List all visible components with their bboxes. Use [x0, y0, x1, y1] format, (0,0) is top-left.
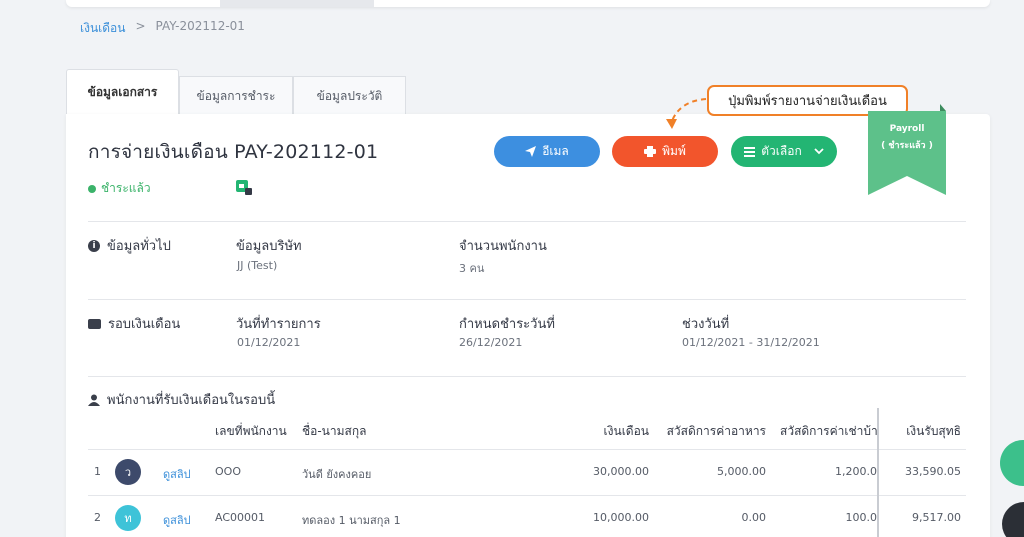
- food-allowance-value: 5,000.00: [717, 465, 766, 478]
- pay-period-label: รอบเงินเดือน: [88, 313, 180, 334]
- menu-icon: [744, 146, 756, 157]
- tab-document-info[interactable]: ข้อมูลเอกสาร: [66, 69, 179, 115]
- attachment-icon[interactable]: [236, 180, 252, 195]
- printer-icon: [644, 146, 657, 157]
- table-header-divider: [88, 449, 966, 450]
- chevron-down-icon: [814, 148, 824, 155]
- tab-payment-info[interactable]: ข้อมูลการชำระ: [179, 76, 293, 115]
- date-range-heading: ช่วงวันที่: [682, 317, 730, 332]
- doc-date-value: 01/12/2021: [237, 336, 301, 349]
- divider: [88, 221, 966, 222]
- divider: [88, 376, 966, 377]
- doc-date-heading: วันที่ทำรายการ: [236, 317, 321, 332]
- user-icon: [88, 394, 100, 406]
- info-icon: i: [88, 239, 100, 252]
- employee-name: ทดลอง 1 นามสกุล 1: [302, 514, 401, 527]
- employee-count-heading: จำนวนพนักงาน: [459, 239, 547, 254]
- breadcrumb-current: PAY-202112-01: [155, 19, 245, 33]
- callout-arrow-icon: [666, 98, 707, 129]
- employee-id: OOO: [215, 465, 241, 478]
- top-tab-active[interactable]: [220, 0, 374, 7]
- employees-section-text: พนักงานที่รับเงินเดือนในรอบนี้: [107, 393, 276, 408]
- breadcrumb: เงินเดือน > PAY-202112-01: [80, 19, 245, 38]
- ribbon-title: Payroll: [889, 124, 925, 134]
- company-value: JJ (Test): [237, 259, 278, 272]
- breadcrumb-root-link[interactable]: เงินเดือน: [80, 19, 125, 38]
- top-tab-bar: [66, 0, 990, 7]
- row-number: 1: [94, 465, 101, 478]
- email-button-label: อีเมล: [542, 144, 569, 158]
- column-header-name: ชื่อ-นามสกุล: [302, 424, 367, 438]
- view-slip-link[interactable]: ดูสลิป: [163, 465, 191, 483]
- options-button-label: ตัวเลือก: [761, 144, 802, 158]
- company-heading: ข้อมูลบริษัท: [236, 239, 302, 254]
- chat-launcher-button[interactable]: [1000, 440, 1024, 486]
- due-date-heading: กำหนดชำระวันที่: [459, 317, 555, 332]
- page-title: การจ่ายเงินเดือน PAY-202112-01: [88, 141, 379, 163]
- document-tabs: ข้อมูลเอกสาร ข้อมูลการชำระ ข้อมูลประวัติ: [66, 69, 406, 115]
- column-header-net-pay: เงินรับสุทธิ: [906, 424, 961, 438]
- status-dot-icon: [88, 184, 96, 193]
- general-info-text: ข้อมูลทั่วไป: [107, 239, 171, 254]
- general-info-label: i ข้อมูลทั่วไป: [88, 235, 171, 256]
- help-launcher-button[interactable]: [1002, 502, 1024, 537]
- food-allowance-value: 0.00: [741, 511, 767, 524]
- salary-value: 10,000.00: [593, 511, 649, 524]
- employee-name: วันดี ยังคงคอย: [302, 468, 372, 481]
- employees-section-label: พนักงานที่รับเงินเดือนในรอบนี้: [88, 389, 275, 410]
- pay-period-text: รอบเงินเดือน: [108, 317, 181, 332]
- options-dropdown-button[interactable]: ตัวเลือก: [731, 136, 837, 167]
- print-button-label: พิมพ์: [662, 144, 686, 158]
- due-date-value: 26/12/2021: [459, 336, 523, 349]
- avatar: ท: [115, 505, 141, 531]
- breadcrumb-separator: >: [135, 19, 146, 33]
- rent-allowance-value: 1,200.0: [835, 465, 877, 478]
- column-header-salary: เงินเดือน: [603, 424, 649, 438]
- net-pay-value: 9,517.00: [912, 511, 961, 524]
- salary-value: 30,000.00: [593, 465, 649, 478]
- column-header-employee-id: เลขที่พนักงาน: [215, 424, 287, 438]
- row-divider: [88, 495, 966, 496]
- ribbon-text: Payroll ( ชำระแล้ว ): [868, 121, 946, 155]
- column-header-food-allowance: สวัสดิการค่าอาหาร: [666, 424, 766, 438]
- print-button[interactable]: พิมพ์: [612, 136, 718, 167]
- email-button[interactable]: อีเมล: [494, 136, 600, 167]
- ribbon-status: ( ชำระแล้ว ): [881, 141, 933, 151]
- tab-history-info[interactable]: ข้อมูลประวัติ: [293, 76, 406, 115]
- wallet-icon: [88, 318, 101, 329]
- status-text: ชำระแล้ว: [101, 181, 151, 195]
- employee-id: AC00001: [215, 511, 266, 524]
- date-range-value: 01/12/2021 - 31/12/2021: [682, 336, 820, 349]
- divider: [88, 299, 966, 300]
- sticky-column-divider: [877, 408, 879, 537]
- net-pay-value: 33,590.05: [905, 465, 961, 478]
- avatar: ว: [115, 459, 141, 485]
- employee-count-value: 3 คน: [459, 262, 485, 275]
- rent-allowance-value: 100.0: [845, 511, 878, 524]
- view-slip-link[interactable]: ดูสลิป: [163, 511, 191, 529]
- status-badge: ชำระแล้ว: [88, 179, 151, 198]
- row-number: 2: [94, 511, 101, 524]
- send-icon: [525, 146, 537, 157]
- column-header-rent-allowance: สวัสดิการค่าเช่าบ้า: [780, 424, 877, 438]
